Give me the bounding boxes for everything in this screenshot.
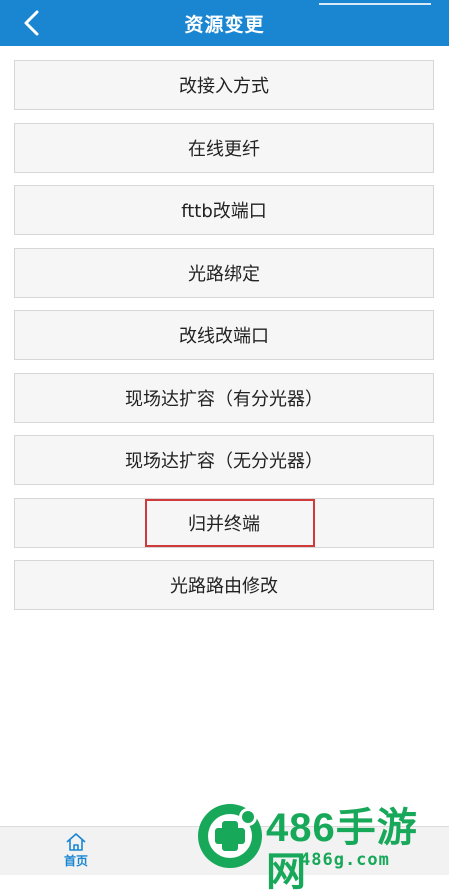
menu-item-optical-route-modify[interactable]: 光路路由修改 xyxy=(14,560,434,610)
menu-item-change-line-port[interactable]: 改线改端口 xyxy=(14,310,434,360)
menu-item-optical-path-binding[interactable]: 光路绑定 xyxy=(14,247,434,298)
menu-item-online-fiber-change[interactable]: 在线更纤 xyxy=(14,122,434,173)
menu-item-merge-terminal[interactable]: 归并终端 xyxy=(14,497,434,548)
menu-list: 改接入方式 在线更纤 fttb改端口 光路绑定 改线改端口 现场达扩容（有分光器… xyxy=(14,60,434,623)
menu-item-expansion-with-splitter[interactable]: 现场达扩容（有分光器） xyxy=(14,372,434,423)
menu-item-change-access-method[interactable]: 改接入方式 xyxy=(14,60,434,110)
tab-home-label: 首页 xyxy=(63,854,88,868)
watermark-url: 486g.com xyxy=(300,850,390,870)
menu-item-fttb-change-port[interactable]: fttb改端口 xyxy=(14,185,434,235)
home-icon xyxy=(66,833,86,851)
tab-home[interactable]: 首页 xyxy=(52,832,100,872)
app-header: 资源变更 xyxy=(0,0,449,46)
status-line xyxy=(319,3,431,5)
menu-item-expansion-without-splitter[interactable]: 现场达扩容（无分光器） xyxy=(14,435,434,485)
page-title: 资源变更 xyxy=(184,14,265,36)
watermark-logo xyxy=(198,804,262,868)
